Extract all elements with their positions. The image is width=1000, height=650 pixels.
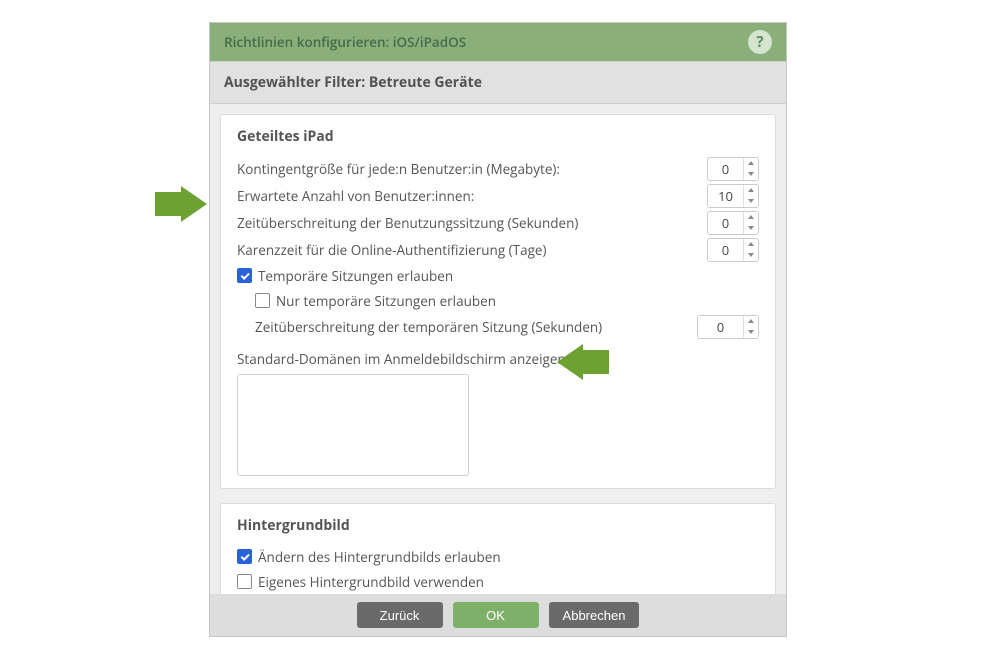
- only-temp-label: Nur temporäre Sitzungen erlauben: [276, 292, 759, 310]
- session-timeout-row: Zeitüberschreitung der Benutzungssitzung…: [237, 210, 759, 236]
- expected-users-input[interactable]: 10: [707, 184, 759, 208]
- quota-label: Kontingentgröße für jede:n Benutzer:in (…: [237, 160, 707, 178]
- filter-bar: Ausgewählter Filter: Betreute Geräte: [210, 61, 786, 104]
- dialog-footer: Zurück OK Abbrechen: [210, 594, 786, 636]
- quota-input[interactable]: 0: [707, 157, 759, 181]
- expected-users-label: Erwartete Anzahl von Benutzer:innen:: [237, 187, 707, 205]
- policy-dialog: Richtlinien konfigurieren: iOS/iPadOS ? …: [209, 22, 787, 637]
- expected-users-row: Erwartete Anzahl von Benutzer:innen: 10: [237, 183, 759, 209]
- session-timeout-spinner[interactable]: [743, 212, 758, 234]
- grace-input[interactable]: 0: [707, 238, 759, 262]
- dialog-title: Richtlinien konfigurieren: iOS/iPadOS: [224, 33, 466, 51]
- quota-value: 0: [708, 160, 743, 178]
- allow-change-label: Ändern des Hintergrundbilds erlauben: [258, 548, 759, 566]
- annotation-arrow-icon: [557, 344, 609, 380]
- domains-textarea[interactable]: [237, 374, 469, 476]
- shared-ipad-title: Geteiltes iPad: [237, 127, 759, 146]
- allow-temp-label: Temporäre Sitzungen erlauben: [258, 267, 759, 285]
- only-temp-row[interactable]: Nur temporäre Sitzungen erlauben: [255, 289, 759, 313]
- grace-spinner[interactable]: [743, 239, 758, 261]
- help-icon[interactable]: ?: [748, 30, 772, 54]
- annotation-arrow-icon: [155, 186, 207, 222]
- temp-timeout-value: 0: [698, 318, 743, 336]
- only-temp-checkbox[interactable]: [255, 293, 270, 308]
- dialog-content[interactable]: Geteiltes iPad Kontingentgröße für jede:…: [210, 104, 786, 594]
- back-button[interactable]: Zurück: [357, 602, 443, 628]
- dialog-header: Richtlinien konfigurieren: iOS/iPadOS ?: [210, 23, 786, 61]
- ok-button[interactable]: OK: [453, 602, 539, 628]
- expected-users-value: 10: [708, 187, 743, 205]
- use-custom-label: Eigenes Hintergrundbild verwenden: [258, 573, 759, 591]
- shared-ipad-panel: Geteiltes iPad Kontingentgröße für jede:…: [220, 114, 776, 489]
- quota-row: Kontingentgröße für jede:n Benutzer:in (…: [237, 156, 759, 182]
- session-timeout-input[interactable]: 0: [707, 211, 759, 235]
- cancel-button[interactable]: Abbrechen: [549, 602, 640, 628]
- grace-label: Karenzzeit für die Online-Authentifizier…: [237, 241, 707, 259]
- use-custom-row[interactable]: Eigenes Hintergrundbild verwenden: [237, 570, 759, 594]
- quota-spinner[interactable]: [743, 158, 758, 180]
- expected-users-spinner[interactable]: [743, 185, 758, 207]
- grace-row: Karenzzeit für die Online-Authentifizier…: [237, 237, 759, 263]
- use-custom-checkbox[interactable]: [237, 574, 252, 589]
- wallpaper-title: Hintergrundbild: [237, 516, 759, 535]
- allow-change-row[interactable]: Ändern des Hintergrundbilds erlauben: [237, 545, 759, 569]
- temp-timeout-spinner[interactable]: [743, 316, 758, 338]
- domains-label: Standard-Domänen im Anmeldebildschirm an…: [237, 350, 759, 368]
- temp-timeout-input[interactable]: 0: [697, 315, 759, 339]
- allow-temp-row[interactable]: Temporäre Sitzungen erlauben: [237, 264, 759, 288]
- session-timeout-label: Zeitüberschreitung der Benutzungssitzung…: [237, 214, 707, 232]
- wallpaper-panel: Hintergrundbild Ändern des Hintergrundbi…: [220, 503, 776, 594]
- grace-value: 0: [708, 241, 743, 259]
- temp-timeout-label: Zeitüberschreitung der temporären Sitzun…: [255, 318, 697, 336]
- session-timeout-value: 0: [708, 214, 743, 232]
- temp-timeout-row: Zeitüberschreitung der temporären Sitzun…: [255, 314, 759, 340]
- allow-change-checkbox[interactable]: [237, 549, 252, 564]
- allow-temp-checkbox[interactable]: [237, 268, 252, 283]
